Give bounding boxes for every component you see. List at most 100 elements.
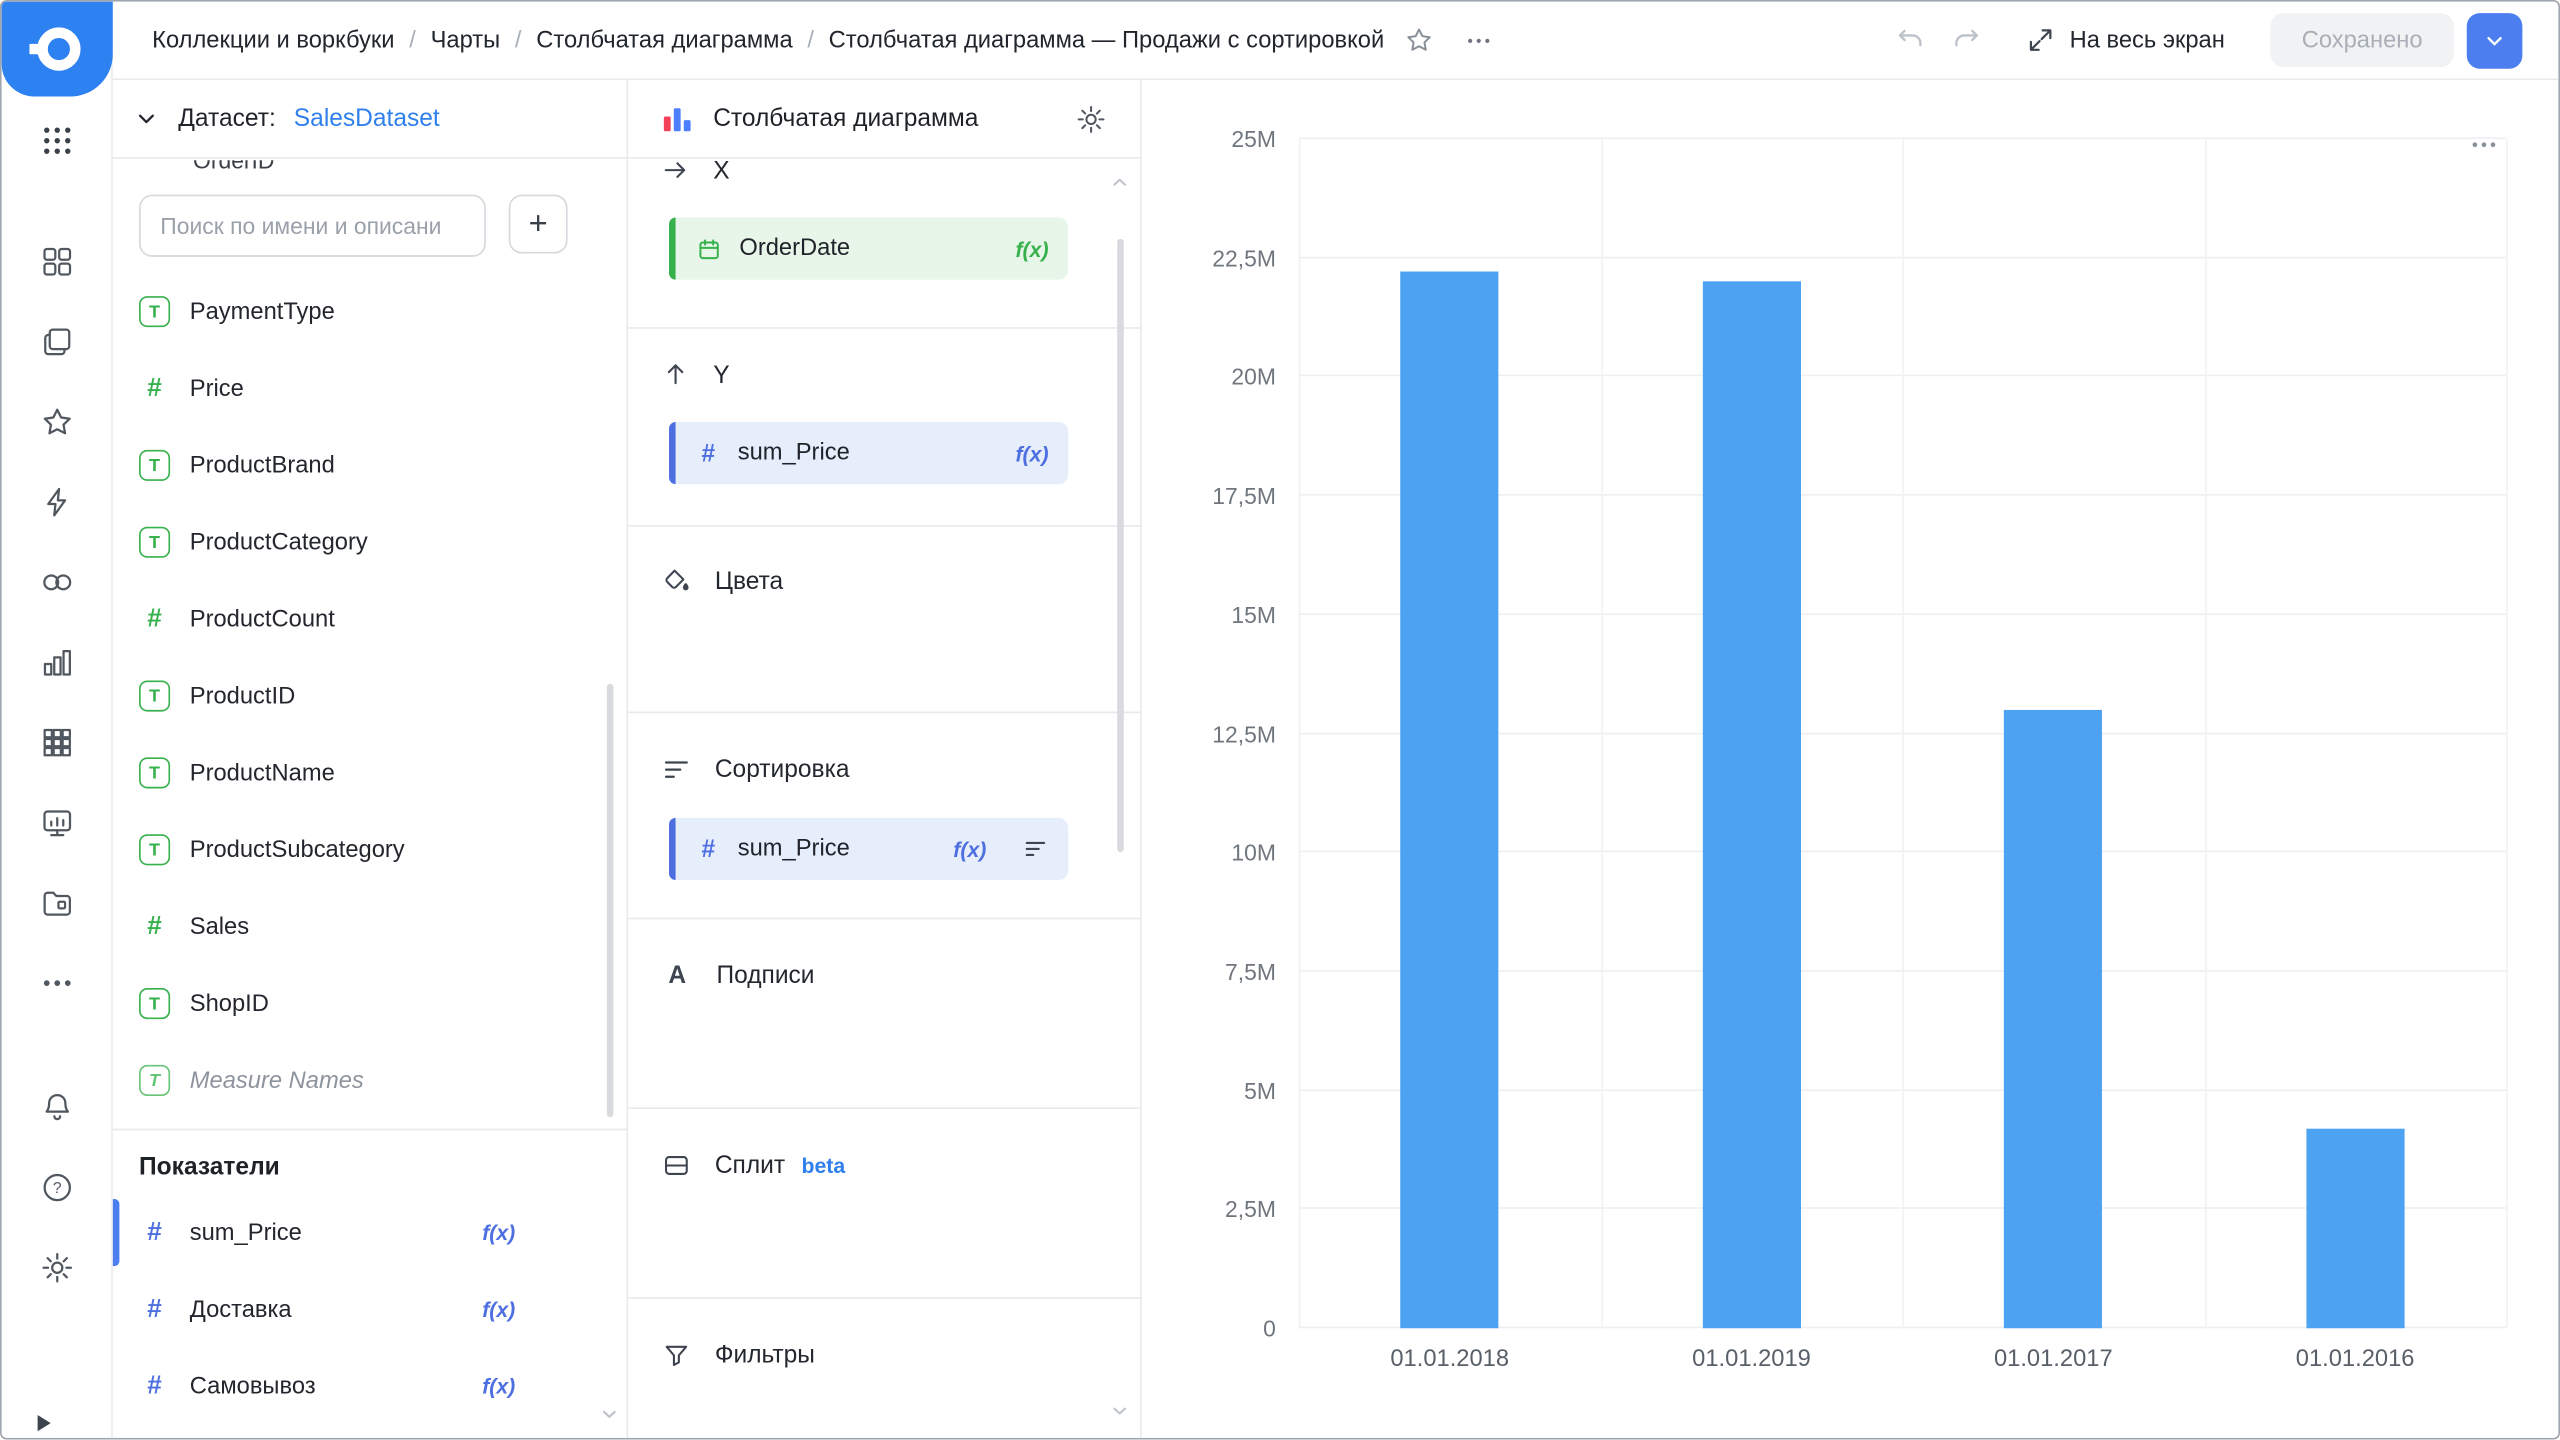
more-actions-icon[interactable]: [1464, 25, 1493, 54]
field-row[interactable]: T ShopID: [113, 965, 627, 1042]
sort-icon: [661, 753, 692, 784]
y-field-chip[interactable]: # sum_Price f(x): [669, 422, 1068, 484]
x-field-chip[interactable]: OrderDate f(x): [669, 218, 1068, 280]
fields-scrollbar[interactable]: [607, 684, 614, 1117]
apps-grid-icon[interactable]: [39, 123, 75, 159]
y-axis-tick-label: 10M: [1231, 839, 1276, 865]
string-field-icon: T: [139, 296, 170, 327]
field-row[interactable]: # Sales: [113, 888, 627, 965]
bar-01.01.2016[interactable]: [2306, 1128, 2404, 1328]
scroll-up-hint-icon: [1109, 172, 1130, 193]
favorites-icon[interactable]: [39, 404, 75, 440]
formula-icon: f(x): [482, 1297, 515, 1322]
save-dropdown-button[interactable]: [2467, 12, 2523, 68]
charts-icon[interactable]: [39, 644, 75, 680]
formula-icon: f(x): [1015, 236, 1048, 261]
undo-icon[interactable]: [1895, 24, 1928, 57]
favorite-star-icon[interactable]: [1404, 25, 1435, 56]
fullscreen-icon[interactable]: [2025, 25, 2056, 56]
help-icon[interactable]: ?: [39, 1170, 75, 1206]
bar-01.01.2017[interactable]: [2004, 710, 2102, 1328]
breadcrumb-charts[interactable]: Чарты: [431, 27, 501, 53]
field-row[interactable]: T ProductName: [113, 734, 627, 811]
field-row[interactable]: T ProductBrand: [113, 427, 627, 504]
dimensions-list: T PaymentType # Price T ProductBrand T P…: [113, 273, 627, 1119]
sort-field-chip[interactable]: # sum_Price f(x): [669, 818, 1068, 880]
field-row[interactable]: # Price: [113, 350, 627, 427]
y-axis-tick-label: 17,5M: [1212, 483, 1276, 509]
config-scrollbar[interactable]: [1117, 239, 1124, 852]
measure-row-sum-price[interactable]: # sum_Price f(x): [113, 1194, 627, 1271]
beta-badge: beta: [801, 1152, 845, 1177]
number-field-icon: #: [139, 912, 170, 941]
measure-row-delivery[interactable]: # Доставка f(x): [113, 1271, 627, 1348]
settings-gear-icon[interactable]: [39, 1250, 75, 1286]
x-axis-tick-label: 01.01.2017: [1994, 1346, 2113, 1372]
string-field-icon: T: [139, 1065, 170, 1096]
save-button[interactable]: Сохранено: [2271, 13, 2454, 67]
bar-01.01.2019[interactable]: [1702, 282, 1800, 1328]
chip-field-name: sum_Price: [738, 836, 850, 862]
section-divider: [628, 1297, 1140, 1299]
dataset-name-link[interactable]: SalesDataset: [294, 105, 440, 133]
chart-settings-gear-icon[interactable]: [1075, 102, 1108, 135]
formula-icon: f(x): [1015, 441, 1048, 466]
y-axis-tick-label: 15M: [1231, 602, 1276, 628]
measure-row-pickup[interactable]: # Самовывоз f(x): [113, 1348, 627, 1425]
number-field-icon: #: [139, 604, 170, 633]
string-field-icon: T: [139, 988, 170, 1019]
field-search-input[interactable]: [139, 195, 486, 257]
datalens-logo[interactable]: [2, 2, 113, 97]
formula-icon: f(x): [482, 1220, 515, 1245]
field-row[interactable]: T ProductCategory: [113, 504, 627, 581]
notifications-icon[interactable]: [39, 1089, 75, 1125]
chevron-down-icon[interactable]: [132, 105, 160, 133]
expand-panel-icon[interactable]: [38, 1415, 51, 1431]
fullscreen-label[interactable]: На весь экран: [2070, 27, 2225, 53]
storage-icon[interactable]: [39, 885, 75, 921]
chevron-down-icon: [2481, 27, 2507, 53]
left-rail: ?: [2, 2, 113, 1438]
arrow-right-icon: [661, 155, 690, 184]
y-axis-tick-label: 5M: [1244, 1077, 1276, 1103]
workbooks-icon[interactable]: [39, 324, 75, 360]
gridline-vertical: [1299, 139, 1301, 1328]
breadcrumb-chart-type[interactable]: Столбчатая диаграмма: [536, 27, 792, 53]
field-row[interactable]: # ProductCount: [113, 581, 627, 658]
breadcrumb-separator: /: [409, 27, 416, 53]
section-filters-label: Фильтры: [715, 1341, 815, 1369]
field-row[interactable]: T PaymentType: [113, 273, 627, 350]
datasets-icon[interactable]: [39, 725, 75, 761]
more-icon[interactable]: [39, 965, 75, 1001]
field-name: Measure Names: [190, 1067, 364, 1093]
section-colors-label: Цвета: [715, 567, 783, 595]
dashboards-icon[interactable]: [39, 805, 75, 841]
breadcrumb: Коллекции и воркбуки / Чарты / Столбчата…: [152, 27, 1384, 53]
field-name: ProductName: [190, 760, 335, 786]
field-row[interactable]: T ProductID: [113, 658, 627, 735]
number-field-icon: #: [695, 835, 721, 863]
x-axis-tick-label: 01.01.2018: [1390, 1346, 1509, 1372]
bar-01.01.2018[interactable]: [1401, 272, 1499, 1328]
field-row[interactable]: T ProductSubcategory: [113, 811, 627, 888]
y-axis-tick-label: 2,5M: [1225, 1196, 1276, 1222]
breadcrumb-collections[interactable]: Коллекции и воркбуки: [152, 27, 394, 53]
formula-icon: f(x): [953, 837, 986, 862]
section-labels: A Подписи: [661, 950, 1101, 999]
quick-actions-icon[interactable]: [39, 484, 75, 520]
sort-order-icon[interactable]: [1022, 836, 1048, 862]
svg-text:?: ?: [53, 1180, 62, 1197]
redo-icon[interactable]: [1950, 24, 1983, 57]
field-name: ProductSubcategory: [190, 837, 405, 863]
string-field-icon: T: [139, 834, 170, 865]
scroll-down-hint-icon: [1109, 1400, 1130, 1421]
add-field-button[interactable]: +: [509, 195, 568, 254]
field-row-measure-names[interactable]: T Measure Names: [113, 1042, 627, 1119]
collections-icon[interactable]: [39, 244, 75, 280]
x-axis-tick-label: 01.01.2016: [2296, 1346, 2415, 1372]
y-axis-tick-label: 7,5M: [1225, 958, 1276, 984]
section-divider: [628, 918, 1140, 920]
connections-icon[interactable]: [39, 564, 75, 600]
section-x-label: X: [713, 156, 729, 184]
number-field-icon: #: [139, 374, 170, 403]
